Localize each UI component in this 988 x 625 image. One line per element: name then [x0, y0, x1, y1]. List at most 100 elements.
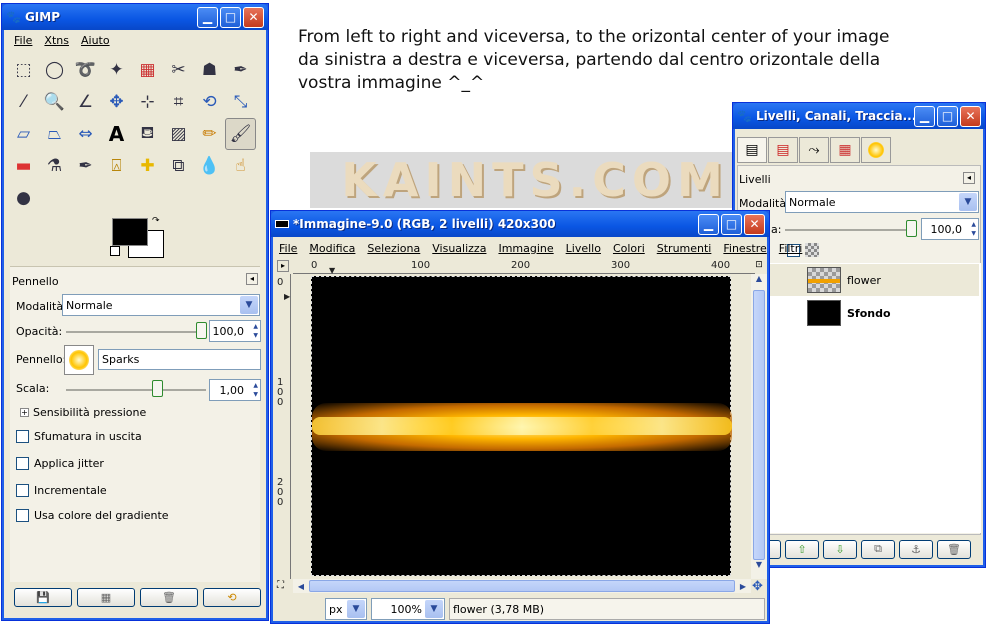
layers-opacity-spinner[interactable]: 100,0 — [921, 218, 979, 240]
maximize-button[interactable]: □ — [721, 213, 742, 235]
measure-icon[interactable]: ∠ — [70, 86, 101, 118]
minimize-button[interactable]: ▁ — [698, 213, 719, 235]
menu-file[interactable]: File — [8, 34, 38, 47]
minimize-button[interactable]: ▁ — [197, 6, 218, 28]
menu-strumenti[interactable]: Strumenti — [651, 242, 718, 255]
menu-visualizza[interactable]: Visualizza — [426, 242, 492, 255]
quick-mask-corner[interactable]: ▸ — [277, 260, 289, 272]
menu-modifica[interactable]: Modifica — [303, 242, 361, 255]
pencil-icon[interactable]: ✏ — [194, 118, 225, 150]
shear-icon[interactable]: ▱ — [8, 118, 39, 150]
tab-brushes[interactable] — [861, 137, 891, 163]
scale-icon[interactable]: ⤡ — [225, 86, 256, 118]
opacity-slider-thumb[interactable] — [196, 322, 207, 339]
scroll-thumb[interactable] — [309, 580, 735, 592]
vertical-scrollbar[interactable]: ▲ ▼ — [751, 274, 767, 579]
scroll-thumb[interactable] — [753, 290, 765, 560]
menu-xtns[interactable]: Xtns — [38, 34, 75, 47]
menu-immagine[interactable]: Immagine — [492, 242, 559, 255]
tab-layers[interactable]: ▤ — [737, 137, 767, 163]
layers-titlebar[interactable]: 🐾 Livelli, Canali, Traccia... ▁ □ ✕ — [733, 103, 985, 129]
rotate-icon[interactable]: ⟲ — [194, 86, 225, 118]
bucket-fill-icon[interactable]: ⛾ — [132, 118, 163, 150]
layers-opacity-slider[interactable] — [785, 229, 913, 231]
navigate-move-icon[interactable]: ✥ — [752, 579, 763, 594]
jitter-checkbox[interactable]: Applica jitter — [16, 457, 104, 470]
panel-menu-icon[interactable]: ◂ — [963, 172, 975, 184]
layer-row[interactable]: flower — [737, 264, 979, 296]
blend-icon[interactable]: ▨ — [163, 118, 194, 150]
opacity-slider[interactable] — [66, 331, 206, 333]
fg-bg-colors[interactable]: ↷ — [110, 216, 168, 260]
pressure-expander[interactable]: + Sensibilità pressione — [20, 406, 146, 419]
swap-colors-icon[interactable]: ↷ — [152, 216, 160, 226]
toolbox-titlebar[interactable]: 🐾 GIMP ▁ □ ✕ — [2, 4, 268, 30]
perspective-clone-icon[interactable]: ⧉ — [163, 150, 194, 182]
perspective-icon[interactable]: ⏢ — [39, 118, 70, 150]
scroll-up-arrow[interactable]: ▲ — [751, 274, 767, 290]
lower-layer-button[interactable]: ⇩ — [823, 539, 857, 559]
tab-palette[interactable]: ▦ — [830, 137, 860, 163]
zoom-to-fit-icon[interactable]: ⛶ — [277, 580, 284, 591]
delete-options-button[interactable]: 🗑 — [140, 588, 198, 607]
scroll-right-arrow[interactable]: ▶ — [735, 582, 751, 591]
heal-icon[interactable]: ✚ — [132, 150, 163, 182]
image-titlebar[interactable]: *Immagine-9.0 (RGB, 2 livelli) 420x300 ▁… — [271, 211, 769, 237]
scroll-down-arrow[interactable]: ▼ — [751, 560, 767, 576]
close-button[interactable]: ✕ — [960, 105, 981, 127]
menu-file[interactable]: File — [273, 242, 303, 255]
reset-options-button[interactable]: ⟲ — [203, 588, 261, 607]
zoom-icon[interactable]: 🔍 — [39, 86, 70, 118]
menu-colori[interactable]: Colori — [607, 242, 651, 255]
scale-spinner[interactable]: 1,00 — [209, 379, 261, 401]
align-icon[interactable]: ⊹ — [132, 86, 163, 118]
incremental-checkbox[interactable]: Incrementale — [16, 484, 107, 497]
save-options-button[interactable]: 💾 — [14, 588, 72, 607]
fade-out-checkbox[interactable]: Sfumatura in uscita — [16, 430, 142, 443]
tab-paths[interactable]: ⤳ — [799, 137, 829, 163]
color-select-icon[interactable]: ▦ — [132, 54, 163, 86]
foreground-color-swatch[interactable] — [112, 218, 148, 246]
airbrush-icon[interactable]: ⚗ — [39, 150, 70, 182]
opacity-spinner[interactable]: 100,0 — [209, 320, 261, 342]
navigate-icon[interactable]: ⊡ — [753, 260, 765, 272]
clone-icon[interactable]: ⍓ — [101, 150, 132, 182]
panel-menu-icon[interactable]: ◂ — [246, 273, 258, 285]
restore-options-button[interactable]: ▦ — [77, 588, 135, 607]
horizontal-scrollbar[interactable]: ◀ ▶ — [293, 579, 751, 593]
ink-icon[interactable]: ✒ — [70, 150, 101, 182]
layers-opacity-thumb[interactable] — [906, 220, 917, 237]
move-icon[interactable]: ✥ — [101, 86, 132, 118]
blur-icon[interactable]: 💧 — [194, 150, 225, 182]
default-colors-icon[interactable] — [110, 246, 120, 256]
close-button[interactable]: ✕ — [243, 6, 264, 28]
crop-icon[interactable]: ⌗ — [163, 86, 194, 118]
checkbox-box[interactable] — [16, 430, 29, 443]
scale-slider-thumb[interactable] — [152, 380, 163, 397]
anchor-layer-button[interactable]: ⚓ — [899, 539, 933, 559]
flip-icon[interactable]: ⇔ — [70, 118, 101, 150]
color-picker-icon[interactable]: ⁄ — [8, 86, 39, 118]
scroll-left-arrow[interactable]: ◀ — [293, 582, 309, 591]
scissors-icon[interactable]: ✂ — [163, 54, 194, 86]
horizontal-ruler[interactable]: 0 100 200 300 400 ▼ — [293, 260, 755, 275]
vertical-ruler[interactable]: 0 100 200 ▶ — [275, 274, 291, 579]
tab-channels[interactable]: ▤ — [768, 137, 798, 163]
close-button[interactable]: ✕ — [744, 213, 765, 235]
menu-aiuto[interactable]: Aiuto — [75, 34, 116, 47]
lasso-icon[interactable]: ➰ — [70, 54, 101, 86]
duplicate-layer-button[interactable]: ⧉ — [861, 539, 895, 559]
image-canvas[interactable] — [311, 276, 732, 576]
fuzzy-select-icon[interactable]: ✦ — [101, 54, 132, 86]
checkbox-box[interactable] — [16, 484, 29, 497]
text-icon[interactable]: A — [101, 118, 132, 150]
rect-select-icon[interactable]: ⬚ — [8, 54, 39, 86]
scale-slider[interactable] — [66, 389, 206, 391]
brush-name-field[interactable]: Sparks — [98, 349, 261, 370]
menu-finestre[interactable]: Finestre — [717, 242, 772, 255]
ellipse-select-icon[interactable]: ◯ — [39, 54, 70, 86]
layer-row[interactable]: Sfondo — [737, 297, 979, 329]
paths-icon[interactable]: ✒ — [225, 54, 256, 86]
zoom-select[interactable]: 100% ▼ — [371, 598, 445, 620]
layers-mode-select[interactable]: Normale ▼ — [785, 191, 979, 213]
